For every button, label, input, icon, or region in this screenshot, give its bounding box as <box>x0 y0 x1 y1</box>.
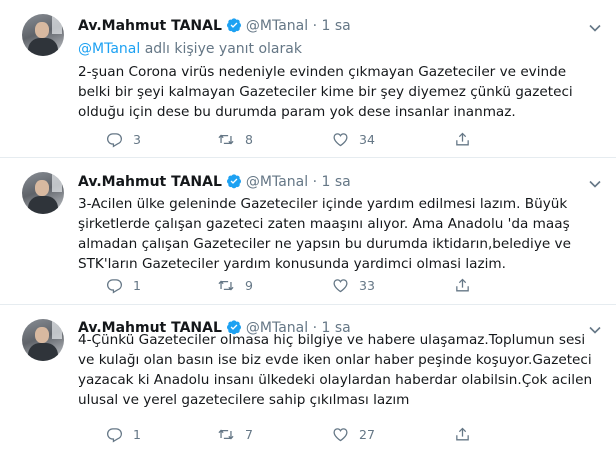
avatar-face <box>35 327 49 343</box>
share-icon <box>454 277 471 294</box>
retweet-count: 9 <box>245 277 253 293</box>
avatar-background <box>52 174 62 192</box>
author-name[interactable]: Av.Mahmut TANAL <box>78 18 222 34</box>
reply-button[interactable]: 3 <box>106 129 141 149</box>
avatar-face <box>35 22 49 38</box>
separator: · <box>312 18 318 34</box>
avatar[interactable] <box>22 14 64 56</box>
avatar-background <box>52 16 62 34</box>
reply-icon <box>106 426 123 443</box>
heart-icon <box>332 277 349 294</box>
share-button[interactable] <box>454 275 471 295</box>
like-count: 33 <box>359 277 375 293</box>
share-icon <box>454 131 471 148</box>
avatar-body <box>28 196 58 214</box>
verified-badge-icon <box>226 173 242 195</box>
tweet[interactable]: Av.Mahmut TANAL @MTanal · 1 sa 4-Çünkü Ga… <box>0 305 616 449</box>
author-handle[interactable]: @MTanal <box>246 18 308 34</box>
retweet-button[interactable]: 8 <box>217 129 253 149</box>
tweet[interactable]: Av.Mahmut TANAL @MTanal · 1 sa 3-Acilen ü… <box>0 158 616 305</box>
replying-mention-link[interactable]: @MTanal <box>78 41 140 57</box>
retweet-count: 8 <box>245 131 253 147</box>
share-button[interactable] <box>454 424 471 444</box>
heart-icon <box>332 426 349 443</box>
avatar-background <box>52 321 62 339</box>
tweet-text: 2-şuan Corona virüs nedeniyle evinden çı… <box>78 64 573 120</box>
retweet-icon <box>217 426 235 443</box>
author-name[interactable]: Av.Mahmut TANAL <box>78 174 222 190</box>
reply-button[interactable]: 1 <box>106 275 141 295</box>
avatar-face <box>35 180 49 196</box>
share-icon <box>454 426 471 443</box>
like-button[interactable]: 27 <box>332 424 375 444</box>
like-count: 27 <box>359 426 375 442</box>
tweet-actions: 1 9 33 <box>78 275 538 295</box>
avatar[interactable] <box>22 319 64 361</box>
share-button[interactable] <box>454 129 471 149</box>
reply-icon <box>106 131 123 148</box>
reply-button[interactable]: 1 <box>106 424 141 444</box>
like-button[interactable]: 33 <box>332 275 375 295</box>
timestamp[interactable]: 1 sa <box>321 174 350 190</box>
like-count: 34 <box>359 131 375 147</box>
author-handle[interactable]: @MTanal <box>246 174 308 190</box>
reply-count: 1 <box>133 277 141 293</box>
separator: · <box>312 174 318 190</box>
retweet-icon <box>217 277 235 294</box>
retweet-icon <box>217 131 235 148</box>
replying-suffix: adlı kişiye yanıt olarak <box>144 41 302 57</box>
reply-icon <box>106 277 123 294</box>
avatar[interactable] <box>22 172 64 214</box>
tweet-header: Av.Mahmut TANAL @MTanal · 1 sa <box>78 16 351 36</box>
tweet-text: 4-Çünkü Gazeteciler olmasa hiç bilgiye v… <box>78 332 593 408</box>
replying-to: @MTanal adlı kişiye yanıt olarak <box>78 39 302 59</box>
heart-icon <box>332 131 349 148</box>
avatar-body <box>28 38 58 56</box>
timestamp[interactable]: 1 sa <box>321 18 350 34</box>
tweet-actions: 3 8 34 <box>78 129 538 149</box>
avatar-body <box>28 343 58 361</box>
retweet-button[interactable]: 9 <box>217 275 253 295</box>
tweet-header: Av.Mahmut TANAL @MTanal · 1 sa <box>78 172 351 192</box>
verified-badge-icon <box>226 17 242 39</box>
chevron-down-icon[interactable] <box>588 20 602 34</box>
tweet-actions: 1 7 27 <box>78 424 538 444</box>
tweet-text: 3-Acilen ülke geleninde Gazeteciler için… <box>78 196 571 272</box>
tweet[interactable]: Av.Mahmut TANAL @MTanal · 1 sa @MTanal ad… <box>0 0 616 158</box>
reply-count: 3 <box>133 131 141 147</box>
retweet-button[interactable]: 7 <box>217 424 253 444</box>
reply-count: 1 <box>133 426 141 442</box>
chevron-down-icon[interactable] <box>588 176 602 190</box>
retweet-count: 7 <box>245 426 253 442</box>
like-button[interactable]: 34 <box>332 129 375 149</box>
